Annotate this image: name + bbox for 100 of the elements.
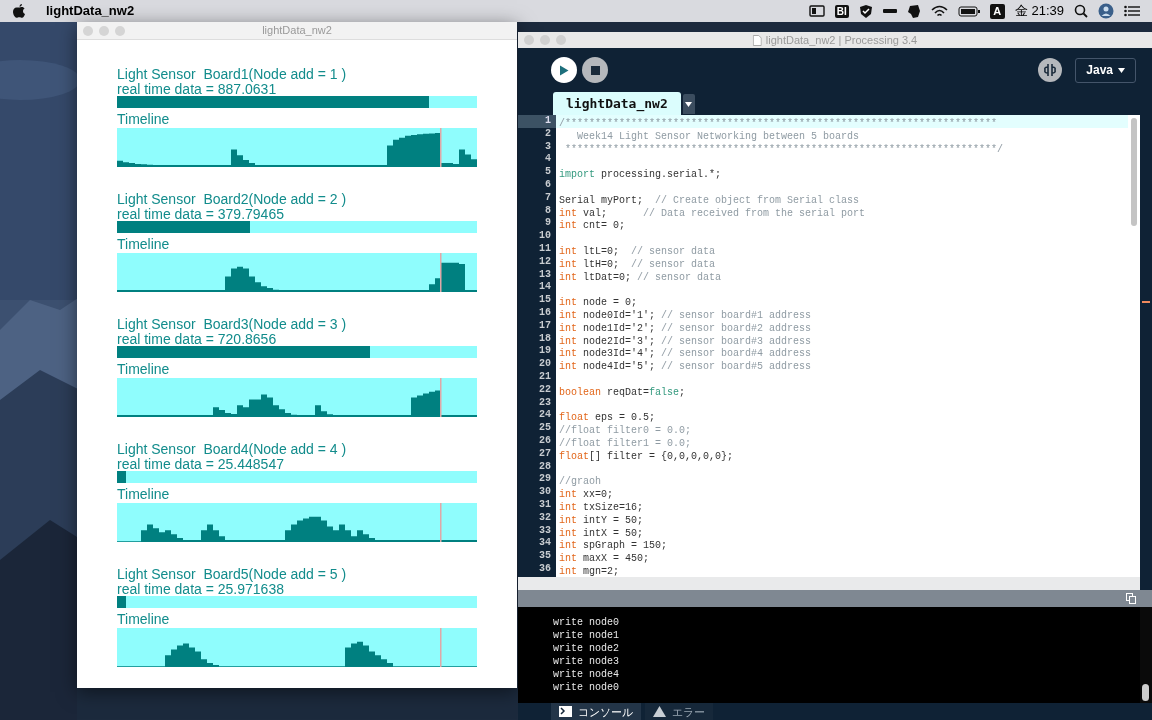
code-line: ************************************************************************/ [564, 143, 1004, 155]
data-reading: real time data = 887.0631 [117, 82, 277, 96]
scrollbar-thumb[interactable] [1142, 684, 1149, 701]
scrollbar-thumb[interactable] [1131, 118, 1137, 226]
line-number: 9 [544, 217, 552, 231]
line-number: 27 [538, 447, 552, 461]
error-marker[interactable] [1142, 301, 1150, 303]
line-number: 34 [538, 537, 552, 551]
code-line: float eps = 0.5; [559, 412, 656, 424]
data-reading: real time data = 379.79465 [117, 207, 284, 221]
stop-button[interactable] [582, 57, 608, 83]
line-number: 11 [538, 242, 552, 256]
stop-icon [590, 65, 600, 75]
clock[interactable]: 金 21:39 [1014, 1, 1064, 21]
line-number: 28 [538, 460, 552, 474]
line-number: 8 [544, 204, 552, 218]
list-icon[interactable] [1124, 5, 1140, 17]
line-number: 2 [544, 127, 552, 141]
play-icon [559, 64, 569, 76]
line-number: 16 [538, 306, 552, 320]
board-title: Light Sensor Board3(Node add = 3 ) [117, 317, 348, 331]
copy-icon[interactable] [1126, 593, 1136, 604]
status-icon[interactable]: BI [834, 4, 849, 18]
line-number: 12 [538, 255, 552, 269]
code-line: int ltH=0; // sensor data [559, 258, 716, 270]
data-reading: real time data = 25.448547 [117, 457, 284, 471]
wifi-icon[interactable] [930, 4, 948, 18]
console-line: write node2 [553, 642, 620, 655]
code-line: int xx=0; [559, 489, 614, 501]
code-line: int node3Id='4'; // sensor board#4 address [559, 348, 812, 360]
minus-icon[interactable] [882, 8, 897, 14]
debug-button[interactable] [1038, 58, 1063, 82]
line-number: 25 [538, 422, 552, 435]
search-icon[interactable] [1074, 4, 1088, 18]
board-title: Light Sensor Board2(Node add = 2 ) [117, 192, 348, 206]
code-line: int node = 0; [559, 297, 638, 309]
run-button[interactable] [551, 57, 577, 83]
line-number: 18 [538, 332, 552, 346]
code-line: int spGraph = 150; [559, 540, 668, 552]
console-line: write node0 [553, 616, 620, 629]
line-number: 35 [538, 550, 552, 563]
horizontal-scrollbar[interactable] [518, 577, 1140, 590]
input-source-icon[interactable]: A [989, 3, 1005, 19]
apple-icon[interactable] [12, 3, 26, 19]
window-title: lightData_nw2 | Processing 3.4 [765, 32, 918, 48]
shield-icon[interactable] [858, 3, 873, 19]
line-number: 20 [538, 358, 552, 371]
code-line: int ltL=0; // sensor data [559, 245, 716, 257]
code-line: int mgn=2; [559, 565, 620, 577]
panel-tab[interactable]: エラー [645, 703, 713, 720]
battery-icon[interactable] [957, 5, 980, 17]
warning-icon [653, 706, 666, 717]
line-number: 22 [538, 383, 552, 397]
terminal-icon [559, 706, 572, 717]
line-number: 15 [538, 294, 552, 307]
code-line: int node0Id='1'; // sensor board#1 address [559, 309, 812, 321]
document-icon [752, 34, 762, 46]
line-number: 24 [538, 409, 552, 423]
console-line: write node1 [553, 629, 620, 642]
console-line: write node0 [553, 681, 620, 694]
code-line: int intX = 50; [559, 527, 644, 539]
timeline-label: Timeline [117, 112, 171, 126]
timeline-label: Timeline [117, 487, 171, 501]
timeline-label: Timeline [117, 237, 171, 251]
line-number: 10 [538, 230, 552, 243]
panel-tab[interactable]: コンソール [551, 703, 641, 720]
code-line: int node2Id='3'; // sensor board#3 address [559, 335, 812, 347]
line-number: 1 [518, 115, 556, 128]
code-line: /************************************************************************ [559, 118, 998, 129]
file-tab[interactable]: lightData_nw2 [553, 92, 681, 115]
code-line: int intY = 50; [559, 514, 644, 526]
code-line: int node4Id='5'; // sensor board#5 address [559, 361, 812, 373]
board-title: Light Sensor Board4(Node add = 4 ) [117, 442, 348, 456]
line-number: 5 [544, 166, 552, 179]
code-line: int ltDat=0; // sensor data [559, 271, 722, 283]
data-reading: real time data = 25.971638 [117, 582, 284, 596]
display-icon[interactable] [808, 5, 825, 17]
line-number: 7 [544, 191, 552, 205]
code-line: float[] filter = {0,0,0,0,0}; [559, 450, 734, 462]
user-circle-icon[interactable] [1098, 3, 1114, 19]
tab-menu-button[interactable] [682, 94, 695, 114]
caret-icon [1118, 67, 1125, 73]
line-number: 14 [538, 281, 552, 295]
line-number: 17 [538, 319, 552, 333]
code-line: //float filter0 = 0.0; [559, 425, 692, 437]
timeline-label: Timeline [117, 362, 171, 376]
line-number: 6 [544, 179, 552, 192]
app-name[interactable]: lightData_nw2 [46, 1, 135, 21]
code-line: int cnt= 0; [559, 220, 626, 232]
board-title: Light Sensor Board1(Node add = 1 ) [117, 67, 348, 81]
code-line: int node1Id='2'; // sensor board#2 address [559, 322, 812, 334]
code-line: //float filter1 = 0.0; [559, 437, 692, 449]
code-line: Week14 Light Sensor Networking between 5 boards [576, 130, 860, 142]
code-line: import processing.serial.*; [559, 169, 722, 181]
code-line: int val; // Data received from the serial port [559, 207, 866, 219]
console-line: write node4 [553, 668, 620, 681]
line-number: 21 [538, 370, 552, 384]
code-line: Serial myPort; // Create object from Serial class [559, 194, 860, 206]
data-reading: real time data = 720.8656 [117, 332, 277, 346]
mode-dropdown[interactable]: Java [1075, 57, 1136, 83]
